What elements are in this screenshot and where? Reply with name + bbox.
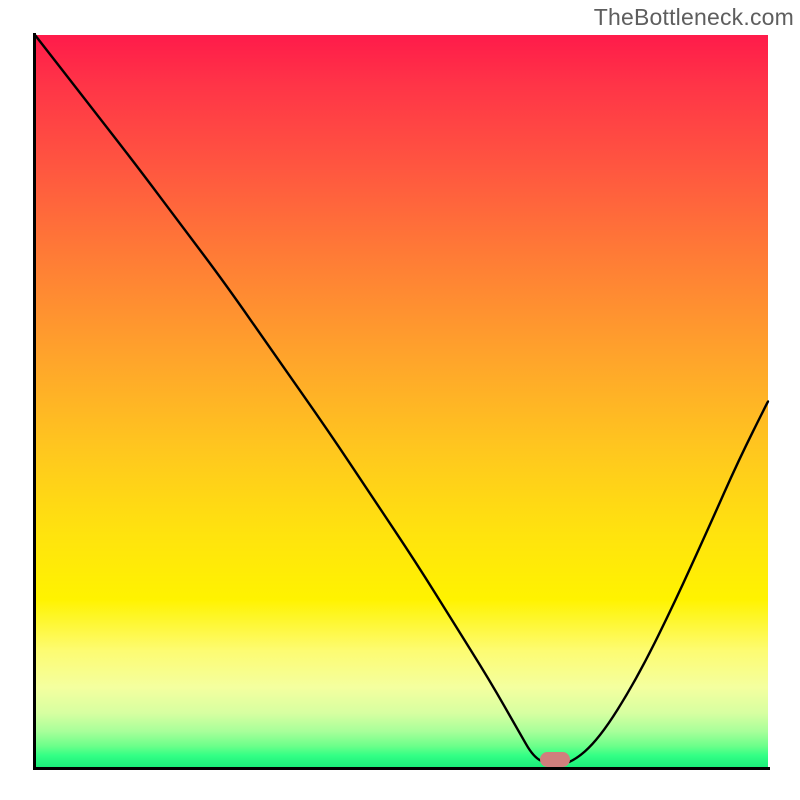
chart-curve-layer xyxy=(35,35,768,768)
bottleneck-chart: TheBottleneck.com xyxy=(0,0,800,800)
bottleneck-curve xyxy=(35,35,768,764)
x-axis xyxy=(33,767,770,770)
attribution-watermark: TheBottleneck.com xyxy=(594,4,794,31)
y-axis xyxy=(33,33,36,770)
minimum-marker xyxy=(540,752,570,767)
